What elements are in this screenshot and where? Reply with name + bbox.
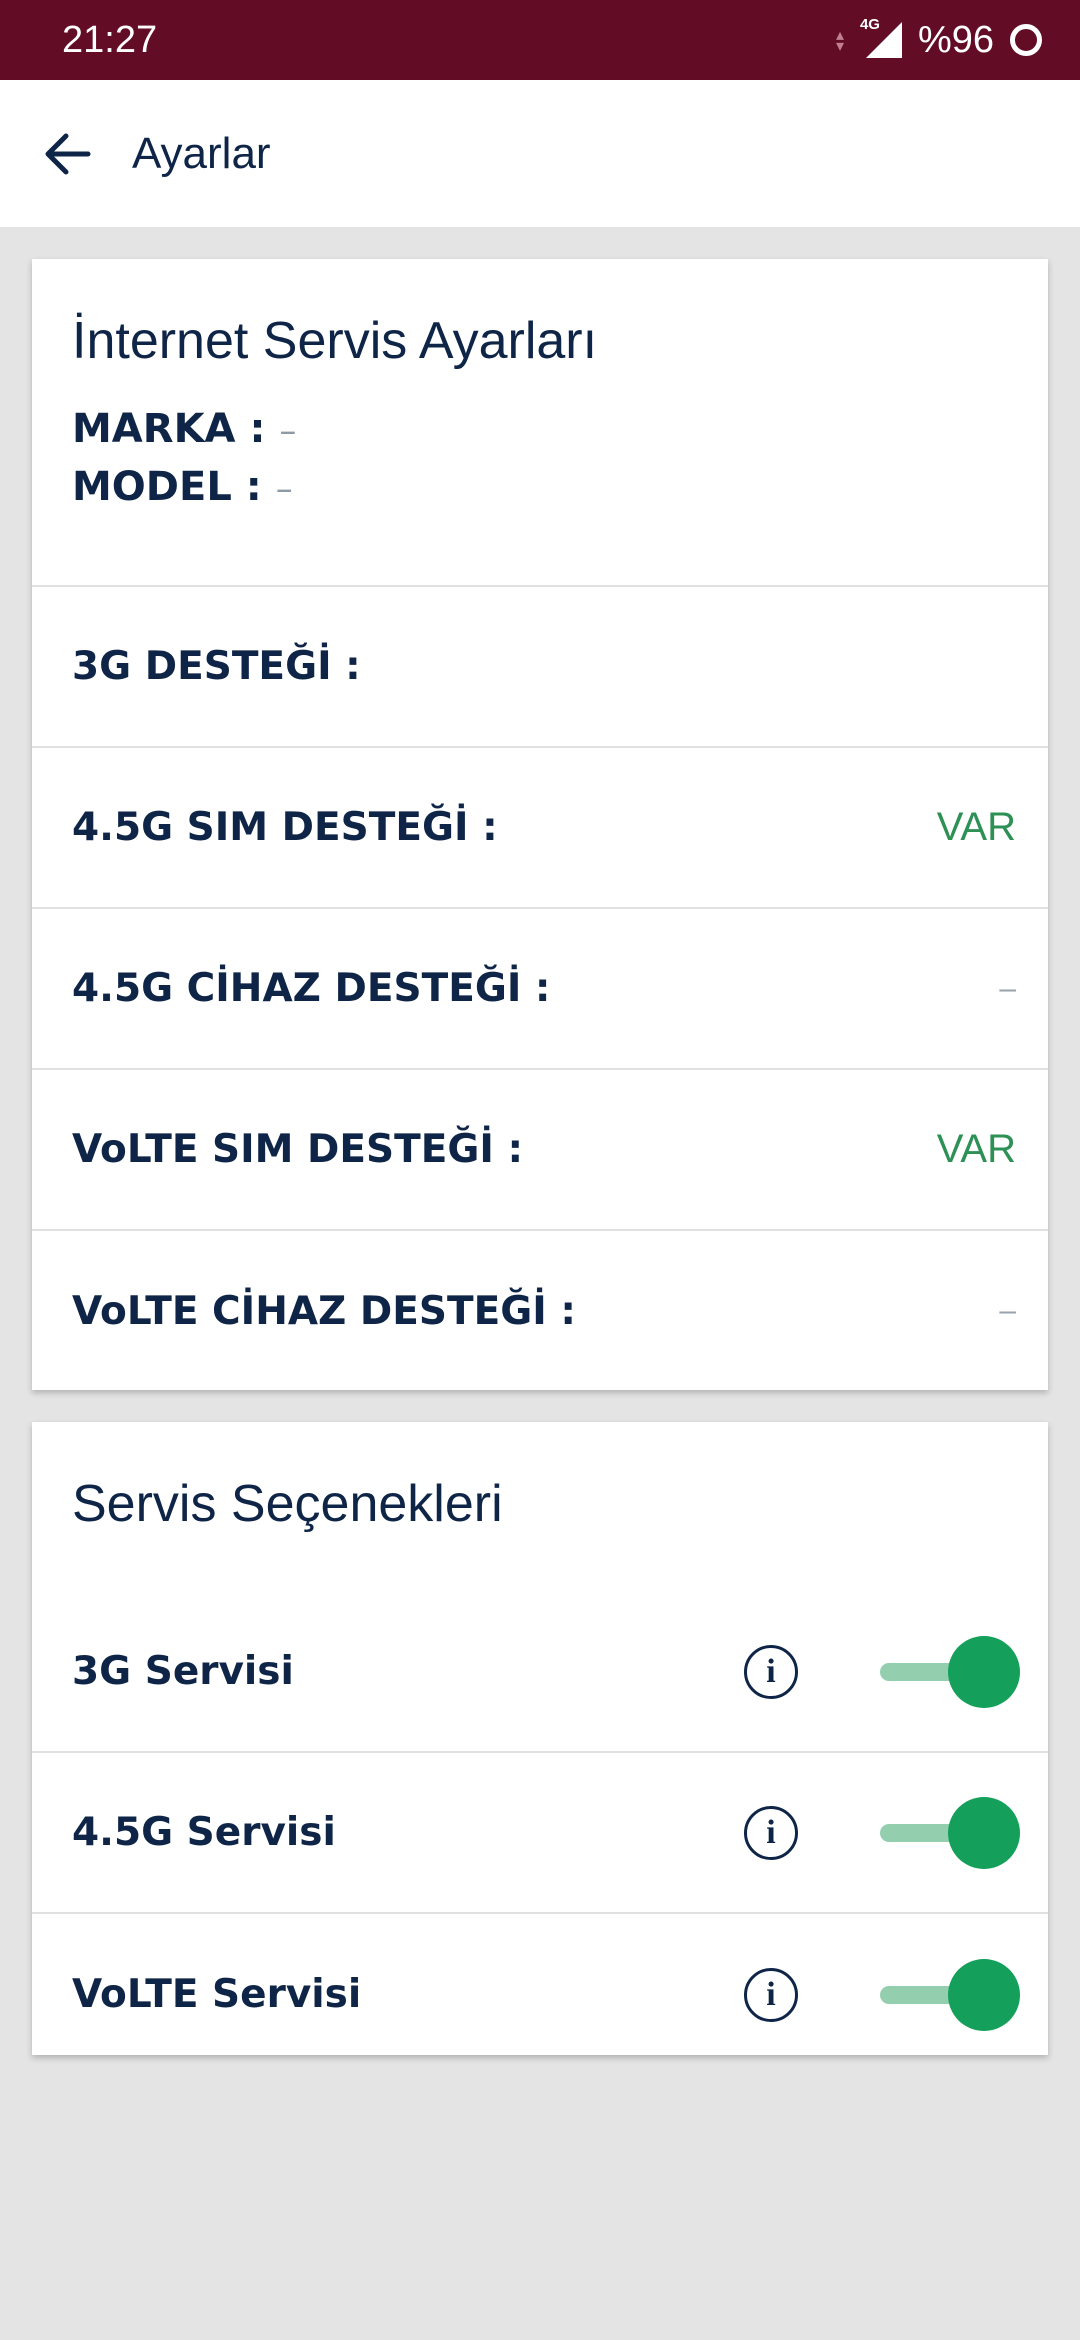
model-value: – — [275, 469, 293, 509]
service-toggle-45g[interactable] — [880, 1795, 1020, 1871]
support-row-volte-sim: VoLTE SIM DESTEĞİ : VAR — [32, 1070, 1048, 1231]
status-bar: 21:27 ▴ ▾ 4G %96 — [0, 0, 1080, 80]
service-toggle-3g[interactable] — [880, 1634, 1020, 1710]
service-label: 3G Servisi — [72, 1649, 294, 1694]
toggle-thumb — [948, 1635, 1020, 1708]
internet-settings-header: İnternet Servis Ayarları MARKA : – MODEL… — [32, 259, 1048, 587]
toggle-thumb — [948, 1796, 1020, 1869]
service-label: 4.5G Servisi — [72, 1810, 336, 1855]
status-icons: ▴ ▾ 4G %96 — [836, 16, 1042, 62]
service-row-volte: VoLTE Servisi i — [32, 1914, 1048, 2075]
device-info: MARKA : – MODEL : – — [72, 401, 1008, 517]
brand-label: MARKA : — [72, 406, 266, 452]
brand-value: – — [279, 411, 297, 451]
support-value: – — [999, 971, 1016, 1005]
info-icon[interactable]: i — [744, 1644, 798, 1699]
signal-icon: ▴ ▾ 4G — [836, 16, 902, 62]
support-label: 3G DESTEĞİ : — [72, 644, 361, 689]
service-options-card: Servis Seçenekleri 3G Servisi i 4.5G Ser… — [32, 1422, 1048, 2055]
toggle-thumb — [948, 1958, 1020, 2031]
status-time: 21:27 — [62, 18, 158, 61]
service-options-title: Servis Seçenekleri — [72, 1475, 503, 1533]
service-row-45g: 4.5G Servisi i — [32, 1753, 1048, 1914]
info-icon[interactable]: i — [744, 1967, 798, 2022]
service-toggle-volte[interactable] — [880, 1957, 1020, 2033]
support-value: – — [999, 1294, 1016, 1327]
service-row-3g: 3G Servisi i — [32, 1592, 1048, 1753]
battery-ring-icon — [1010, 24, 1042, 56]
support-row-45g-sim: 4.5G SIM DESTEĞİ : VAR — [32, 748, 1048, 909]
support-label: 4.5G CİHAZ DESTEĞİ : — [72, 966, 551, 1011]
support-row-volte-device: VoLTE CİHAZ DESTEĞİ : – — [32, 1231, 1048, 1391]
info-icon[interactable]: i — [744, 1805, 798, 1860]
internet-settings-title: İnternet Servis Ayarları — [72, 312, 598, 370]
app-bar: Ayarlar — [0, 80, 1080, 227]
support-label: VoLTE SIM DESTEĞİ : — [72, 1127, 524, 1172]
support-value: VAR — [936, 1127, 1016, 1171]
support-row-45g-device: 4.5G CİHAZ DESTEĞİ : – — [32, 909, 1048, 1070]
support-label: VoLTE CİHAZ DESTEĞİ : — [72, 1288, 576, 1334]
battery-percent: %96 — [917, 18, 994, 61]
model-line: MODEL : – — [72, 459, 1008, 517]
internet-settings-card: İnternet Servis Ayarları MARKA : – MODEL… — [32, 259, 1048, 1390]
arrow-left-icon — [45, 133, 91, 174]
support-label: 4.5G SIM DESTEĞİ : — [72, 805, 498, 850]
model-label: MODEL : — [72, 464, 262, 510]
page-title: Ayarlar — [132, 128, 271, 178]
support-row-3g: 3G DESTEĞİ : — [32, 587, 1048, 748]
brand-line: MARKA : – — [72, 401, 1008, 459]
service-label: VoLTE Servisi — [72, 1972, 362, 2017]
back-button[interactable] — [40, 126, 96, 182]
support-value: VAR — [936, 805, 1016, 849]
